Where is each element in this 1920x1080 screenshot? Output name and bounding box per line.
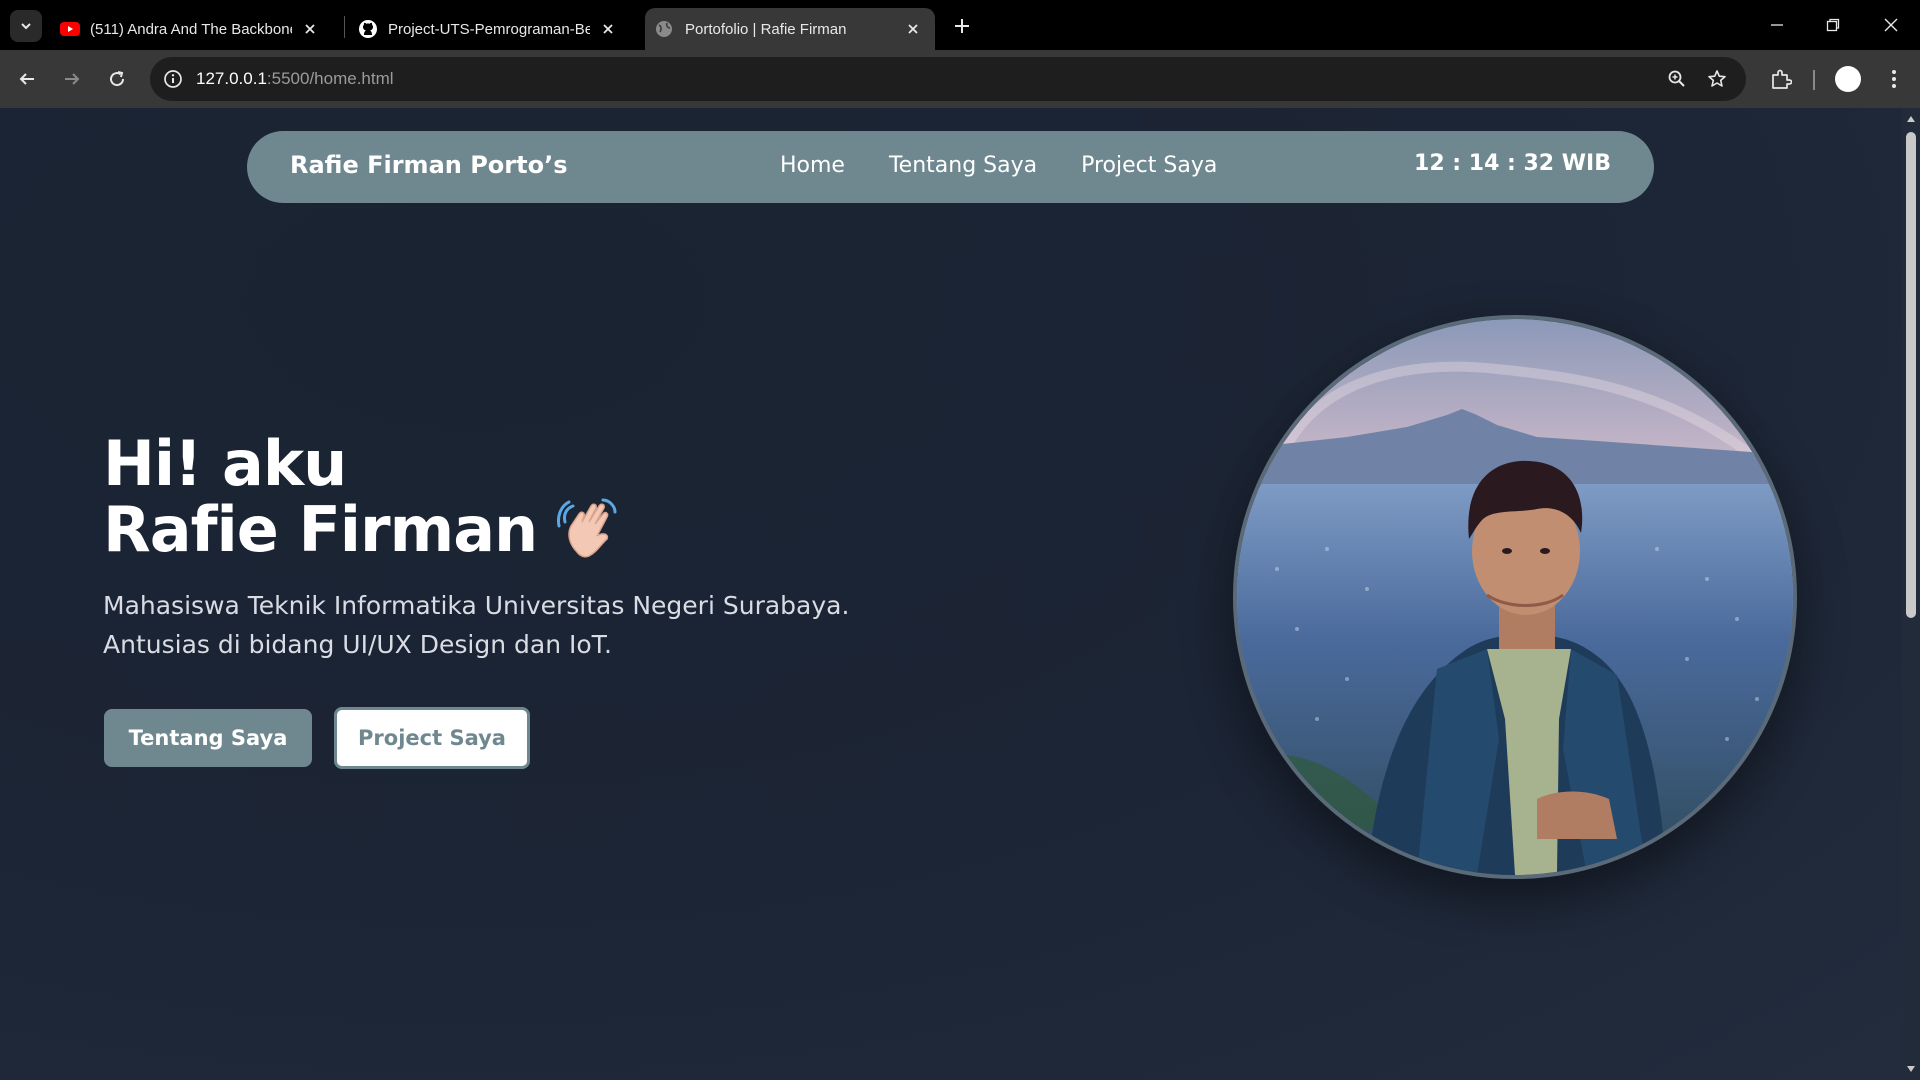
nav-link-tentang-saya[interactable]: Tentang Saya (889, 153, 1037, 178)
menu-kebab-icon[interactable] (1878, 63, 1910, 95)
address-bar[interactable]: 127.0.0.1:5500/home.html (150, 57, 1746, 101)
back-button[interactable] (9, 61, 45, 97)
bookmark-star-icon[interactable] (1704, 66, 1730, 92)
reload-icon (110, 71, 125, 87)
project-saya-button[interactable]: Project Saya (334, 707, 530, 769)
youtube-icon (60, 22, 80, 36)
url-text[interactable]: 127.0.0.1:5500/home.html (196, 69, 394, 89)
tab-title: (511) Andra And The Backbone (90, 20, 292, 38)
url-host: 127.0.0.1 (196, 69, 267, 88)
tab-divider (344, 16, 345, 38)
arrow-left-icon (19, 73, 34, 85)
tab-search-button[interactable] (10, 10, 42, 42)
tentang-saya-button[interactable]: Tentang Saya (104, 709, 312, 767)
plus-icon (955, 19, 969, 33)
minimize-button[interactable] (1760, 8, 1794, 42)
close-icon[interactable] (903, 19, 923, 39)
hero-title-line2: Rafie Firman (103, 493, 538, 566)
close-icon[interactable] (300, 19, 320, 39)
live-clock: 12 : 14 : 32 WIB (1414, 151, 1611, 176)
scroll-up-arrow-icon[interactable] (1906, 114, 1916, 124)
hero-title-line1: Hi! aku (103, 427, 347, 500)
restore-icon (1826, 18, 1840, 32)
close-window-button[interactable] (1874, 8, 1908, 42)
tab-youtube[interactable]: (511) Andra And The Backbone (52, 8, 332, 50)
chevron-down-icon (21, 23, 31, 30)
github-icon (359, 20, 377, 38)
tab-title: Portofolio | Rafie Firman (685, 20, 847, 38)
close-icon (1884, 18, 1898, 32)
tab-strip: (511) Andra And The Backbone Project-UTS… (0, 0, 1920, 50)
site-brand[interactable]: Rafie Firman Porto’s (290, 151, 567, 179)
site-info-icon[interactable] (160, 66, 186, 92)
browser-toolbar: 127.0.0.1:5500/home.html (0, 50, 1920, 108)
nav-link-project-saya[interactable]: Project Saya (1081, 153, 1217, 178)
site-navbar: Rafie Firman Porto’s Home Tentang Saya P… (247, 131, 1654, 203)
scroll-down-arrow-icon[interactable] (1906, 1064, 1916, 1074)
restore-button[interactable] (1816, 8, 1850, 42)
scrollbar-thumb[interactable] (1906, 132, 1916, 618)
extensions-icon[interactable] (1765, 63, 1797, 95)
close-icon[interactable] (598, 19, 618, 39)
url-path: :5500/home.html (266, 69, 394, 88)
profile-avatar[interactable] (1835, 66, 1861, 92)
zoom-icon[interactable] (1664, 66, 1690, 92)
nav-links: Home Tentang Saya Project Saya (780, 153, 1217, 178)
minimize-icon (1771, 24, 1783, 26)
globe-icon (656, 21, 672, 37)
tab-github[interactable]: Project-UTS-Pemrograman-Berba (350, 8, 630, 50)
profile-photo (1233, 315, 1797, 879)
reload-button[interactable] (99, 61, 135, 97)
hero-title-line2-wrap: Rafie Firman (103, 497, 627, 570)
forward-button[interactable] (54, 61, 90, 97)
arrow-right-icon (65, 73, 80, 85)
tab-portfolio[interactable]: Portofolio | Rafie Firman (645, 8, 935, 50)
toolbar-divider (1813, 70, 1815, 90)
page-viewport: Rafie Firman Porto’s Home Tentang Saya P… (0, 108, 1902, 1080)
tab-title: Project-UTS-Pemrograman-Berba (388, 20, 590, 38)
new-tab-button[interactable] (948, 12, 976, 40)
hero-description: Mahasiswa Teknik Informatika Universitas… (103, 591, 850, 659)
waving-hand-icon (557, 498, 617, 558)
hero-title: Hi! aku Rafie Firman (103, 431, 627, 570)
nav-link-home[interactable]: Home (780, 153, 845, 178)
page-scrollbar[interactable] (1902, 108, 1920, 1080)
